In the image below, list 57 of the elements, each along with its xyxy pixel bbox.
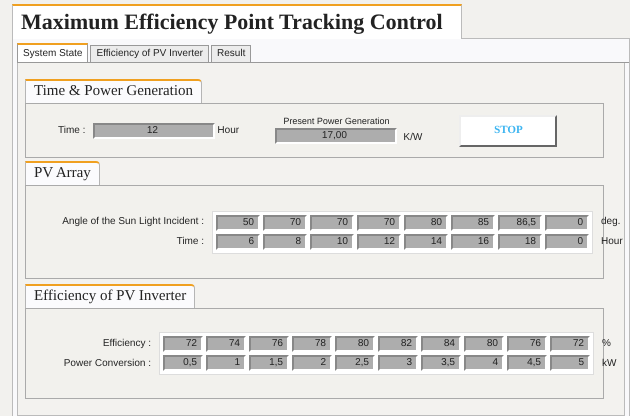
unit-label: deg.: [601, 215, 622, 229]
unit-label: Hour: [601, 235, 623, 249]
value-field: 74: [206, 336, 246, 352]
value-field: 70: [263, 214, 307, 230]
tab[interactable]: System State: [17, 43, 88, 62]
group-title: Time & Power Generation: [25, 79, 202, 103]
value-field: 12: [357, 234, 401, 250]
window-title: Maximum Efficiency Point Tracking Control: [12, 4, 462, 39]
unit-label: kW: [602, 356, 616, 370]
value-field: 82: [378, 336, 418, 352]
time-label: Time :: [58, 124, 86, 138]
row-label: Angle of the Sun Light Incident :: [62, 215, 205, 229]
unit-label: %: [602, 336, 612, 350]
value-field: 85: [451, 214, 495, 230]
value-field: 0: [545, 214, 589, 230]
value-field: 8: [263, 234, 307, 250]
tab[interactable]: Efficiency of PV Inverter: [90, 45, 209, 62]
value-field: 17,00: [275, 128, 398, 144]
unit-label: Hour: [216, 124, 240, 138]
value-field: 12: [93, 122, 216, 138]
value-field: 50: [216, 214, 260, 230]
value-field: 10: [310, 234, 354, 250]
value-field: 2,5: [335, 355, 375, 371]
value-field: 5: [550, 355, 590, 371]
value-field: 3: [378, 355, 418, 371]
value-field: 1: [206, 355, 246, 371]
value-field: 78: [292, 336, 332, 352]
value-field: 3,5: [421, 355, 461, 371]
value-field: 72: [163, 336, 203, 352]
value-field: 70: [310, 214, 354, 230]
unit-label: K/W: [402, 131, 424, 145]
value-field: 4: [464, 355, 504, 371]
group-title: PV Array: [25, 161, 100, 185]
value-field: 14: [404, 234, 448, 250]
value-field: 72: [550, 336, 590, 352]
power-label: Present Power Generation: [283, 117, 390, 126]
value-field: 0: [545, 234, 589, 250]
value-field: 4,5: [507, 355, 547, 371]
value-field: 80: [335, 336, 375, 352]
value-field: 80: [464, 336, 504, 352]
value-field: 86,5: [498, 214, 542, 230]
value-field: 76: [249, 336, 289, 352]
value-field: 84: [421, 336, 461, 352]
tab[interactable]: Result: [211, 45, 252, 62]
value-field: 18: [498, 234, 542, 250]
value-field: 6: [216, 234, 260, 250]
row-label: Efficiency :: [102, 336, 152, 350]
value-field: 2: [292, 355, 332, 371]
value-field: 70: [357, 214, 401, 230]
group-title: Efficiency of PV Inverter: [25, 284, 196, 308]
row-label: Time :: [176, 235, 205, 249]
value-field: 1,5: [249, 355, 289, 371]
value-field: 16: [451, 234, 495, 250]
row-label: Power Conversion :: [64, 356, 152, 370]
value-field: 0,5: [163, 355, 203, 371]
value-field: 76: [507, 336, 547, 352]
value-field: 80: [404, 214, 448, 230]
